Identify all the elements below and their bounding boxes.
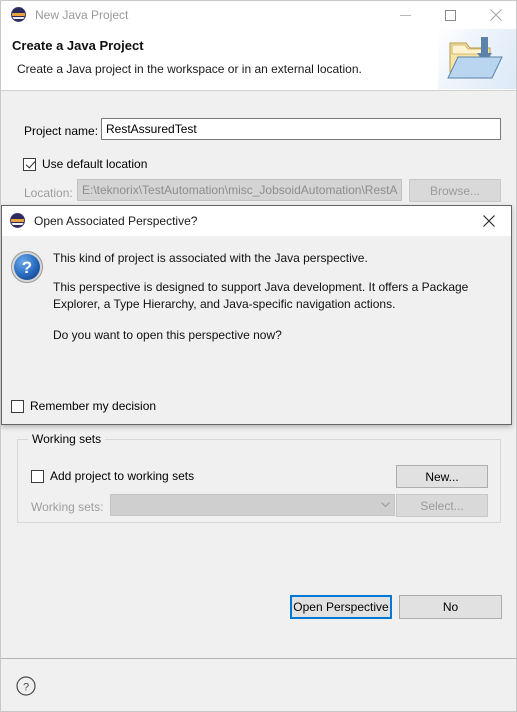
add-project-to-working-sets-checkbox-box[interactable] — [31, 469, 44, 483]
close-icon[interactable] — [473, 1, 516, 29]
add-project-to-working-sets-label: Add project to working sets — [50, 469, 195, 483]
new-java-project-window: New Java Project Create a Java Project C… — [0, 0, 517, 712]
dialog-body: ? This kind of project is associated wit… — [2, 236, 511, 619]
dialog-titlebar: Open Associated Perspective? — [2, 206, 511, 236]
location-input[interactable]: E:\teknorix\TestAutomation\misc_JobsoidA… — [77, 179, 402, 201]
open-perspective-button[interactable]: Open Perspective — [290, 595, 392, 619]
eclipse-icon — [10, 213, 26, 229]
working-sets-label: Working sets: — [31, 500, 104, 514]
question-mark-icon: ? — [10, 250, 44, 284]
chevron-down-icon[interactable] — [376, 502, 394, 508]
help-question-icon[interactable]: ? — [16, 676, 36, 696]
select-working-set-button[interactable]: Select... — [396, 494, 488, 517]
open-folder-with-down-arrow-icon — [438, 29, 516, 89]
window-title: New Java Project — [35, 8, 129, 22]
dialog-paragraph-3: Do you want to open this perspective now… — [53, 328, 282, 342]
page-title: Create a Java Project — [12, 38, 144, 53]
remember-my-decision-label: Remember my decision — [30, 399, 157, 413]
dialog-title: Open Associated Perspective? — [34, 214, 198, 228]
no-button[interactable]: No — [399, 595, 502, 619]
wizard-footer: ? < Back Next > Finish Cancel — [1, 658, 516, 711]
use-default-location-checkbox-box[interactable] — [23, 157, 36, 171]
open-associated-perspective-dialog: Open Associated Perspective? ? This kind… — [1, 205, 512, 619]
working-sets-combo[interactable] — [110, 494, 395, 516]
add-project-to-working-sets-checkbox[interactable]: Add project to working sets — [31, 469, 194, 483]
browse-button[interactable]: Browse... — [409, 179, 501, 202]
remember-my-decision-checkbox-box[interactable] — [11, 399, 24, 413]
svg-text:?: ? — [23, 682, 29, 694]
dialog-paragraph-2: This perspective is designed to support … — [53, 280, 469, 311]
use-default-location-label: Use default location — [42, 157, 148, 171]
new-working-set-button[interactable]: New... — [396, 465, 488, 488]
svg-text:?: ? — [22, 258, 32, 277]
maximize-icon[interactable] — [428, 1, 473, 29]
working-sets-group-title: Working sets — [28, 432, 106, 446]
page-subtitle: Create a Java project in the workspace o… — [17, 62, 362, 76]
minimize-icon[interactable] — [383, 1, 428, 29]
window-titlebar: New Java Project — [1, 1, 516, 29]
eclipse-icon — [11, 7, 27, 23]
project-name-input[interactable]: RestAssuredTest — [101, 118, 501, 140]
project-name-label: Project name: — [24, 124, 99, 138]
close-icon[interactable] — [467, 206, 511, 236]
location-label: Location: — [24, 186, 73, 200]
remember-my-decision-checkbox[interactable]: Remember my decision — [11, 399, 156, 413]
wizard-header: Create a Java Project Create a Java proj… — [1, 29, 516, 91]
use-default-location-checkbox[interactable]: Use default location — [23, 157, 147, 171]
dialog-paragraph-1: This kind of project is associated with … — [53, 251, 368, 265]
